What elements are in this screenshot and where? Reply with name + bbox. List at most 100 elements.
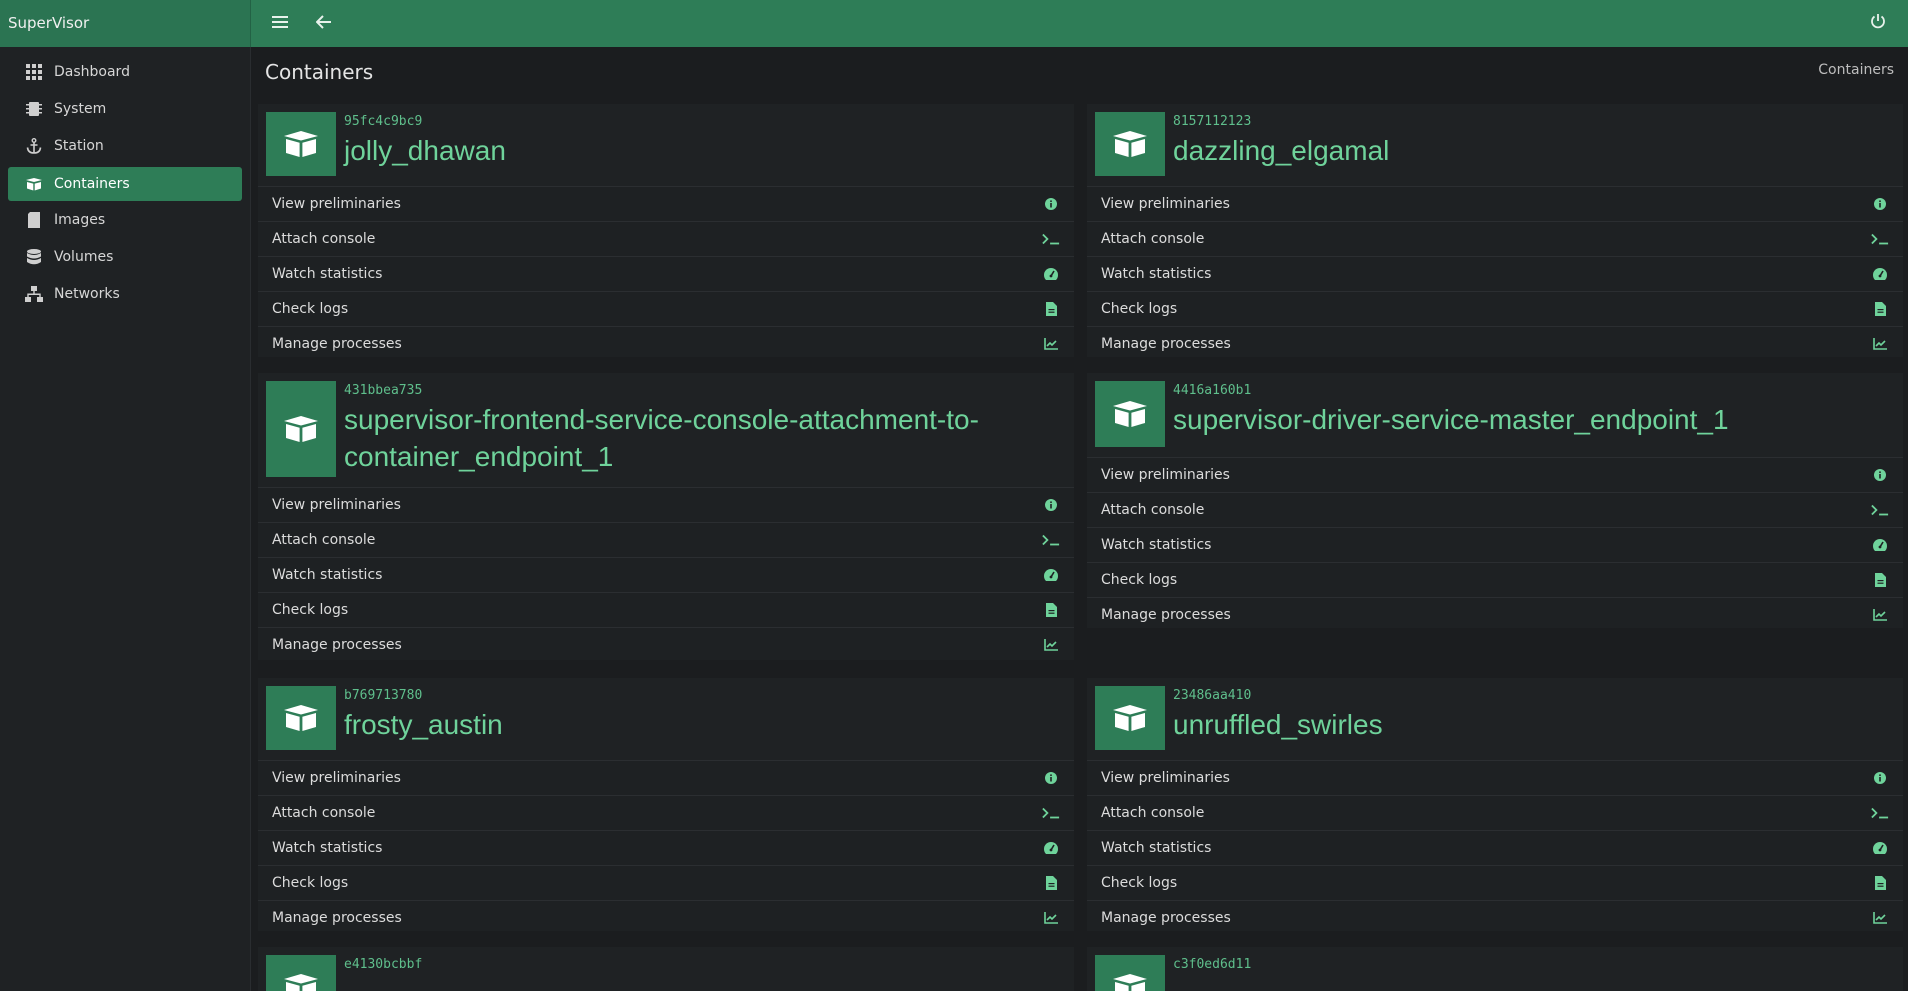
container-card: e4130bcbbf xyxy=(258,947,1074,991)
view-preliminaries-action[interactable]: View preliminaries xyxy=(1087,760,1903,795)
action-label: Attach console xyxy=(272,231,376,247)
view-preliminaries-action[interactable]: View preliminaries xyxy=(258,760,1074,795)
watch-statistics-action[interactable]: Watch statistics xyxy=(258,830,1074,865)
action-label: Manage processes xyxy=(1101,910,1231,926)
manage-processes-action[interactable]: Manage processes xyxy=(258,900,1074,931)
view-preliminaries-action[interactable]: View preliminaries xyxy=(1087,457,1903,492)
action-label: Watch statistics xyxy=(1101,266,1212,282)
info-icon xyxy=(1871,466,1889,484)
view-preliminaries-action[interactable]: View preliminaries xyxy=(258,487,1074,522)
sidebar-item-containers[interactable]: Containers xyxy=(8,167,242,201)
container-header: 431bbea735 supervisor-frontend-service-co… xyxy=(258,373,1074,485)
container-header: 23486aa410 unruffled_swirles xyxy=(1087,678,1903,758)
breadcrumb[interactable]: Containers xyxy=(1818,62,1894,78)
container-card: c3f0ed6d11 xyxy=(1087,947,1903,991)
check-logs-action[interactable]: Check logs xyxy=(1087,865,1903,900)
check-logs-action[interactable]: Check logs xyxy=(258,592,1074,627)
sidebar-item-label: Containers xyxy=(54,176,130,192)
grid-icon xyxy=(24,62,44,82)
container-id: c3f0ed6d11 xyxy=(1173,957,1252,972)
view-preliminaries-action[interactable]: View preliminaries xyxy=(258,186,1074,221)
container-box-icon xyxy=(266,686,336,750)
view-preliminaries-action[interactable]: View preliminaries xyxy=(1087,186,1903,221)
line-chart-icon xyxy=(1042,636,1060,654)
app-title[interactable]: SuperVisor xyxy=(0,0,251,47)
watch-statistics-action[interactable]: Watch statistics xyxy=(258,557,1074,592)
container-id: 431bbea735 xyxy=(344,383,423,398)
line-chart-icon xyxy=(1042,335,1060,353)
manage-processes-action[interactable]: Manage processes xyxy=(1087,900,1903,931)
container-card: 8157112123 dazzling_elgamal View prelimina… xyxy=(1087,104,1903,357)
container-actions: View preliminaries Attach console Watch st… xyxy=(258,186,1074,357)
check-logs-action[interactable]: Check logs xyxy=(258,865,1074,900)
manage-processes-action[interactable]: Manage processes xyxy=(258,627,1074,660)
sidebar-item-label: Dashboard xyxy=(54,64,130,80)
power-icon[interactable] xyxy=(1866,12,1890,36)
action-label: View preliminaries xyxy=(272,497,401,513)
attach-console-action[interactable]: Attach console xyxy=(1087,795,1903,830)
container-id: 4416a160b1 xyxy=(1173,383,1252,398)
attach-console-action[interactable]: Attach console xyxy=(258,221,1074,256)
container-box-icon xyxy=(1095,686,1165,750)
attach-console-action[interactable]: Attach console xyxy=(1087,492,1903,527)
sidebar-item-images[interactable]: Images xyxy=(8,203,242,237)
info-icon xyxy=(1042,195,1060,213)
container-name[interactable]: supervisor-frontend-service-console-atta… xyxy=(344,401,1044,475)
container-name[interactable]: supervisor-driver-service-master_endpoin… xyxy=(1173,401,1873,438)
back-arrow-icon[interactable] xyxy=(312,12,336,36)
container-actions: View preliminaries Attach console Watch st… xyxy=(1087,760,1903,931)
container-header: 95fc4c9bc9 jolly_dhawan xyxy=(258,104,1074,184)
watch-statistics-action[interactable]: Watch statistics xyxy=(1087,830,1903,865)
container-card: 4416a160b1 supervisor-driver-service-mast… xyxy=(1087,373,1903,628)
sidebar-item-dashboard[interactable]: Dashboard xyxy=(8,55,242,89)
action-label: Watch statistics xyxy=(272,567,383,583)
sidebar-item-station[interactable]: Station xyxy=(8,129,242,163)
top-bar: SuperVisor xyxy=(0,0,1908,47)
action-label: Check logs xyxy=(272,602,349,618)
watch-statistics-action[interactable]: Watch statistics xyxy=(1087,527,1903,562)
container-actions: View preliminaries Attach console Watch st… xyxy=(258,487,1074,660)
info-icon xyxy=(1871,195,1889,213)
check-logs-action[interactable]: Check logs xyxy=(1087,562,1903,597)
action-label: Manage processes xyxy=(272,910,402,926)
sidebar-item-label: Station xyxy=(54,138,104,154)
container-name[interactable]: frosty_austin xyxy=(344,706,1044,743)
action-label: View preliminaries xyxy=(1101,770,1230,786)
action-label: Check logs xyxy=(1101,875,1178,891)
container-header: c3f0ed6d11 xyxy=(1087,947,1903,991)
watch-statistics-action[interactable]: Watch statistics xyxy=(1087,256,1903,291)
manage-processes-action[interactable]: Manage processes xyxy=(1087,597,1903,628)
action-label: Watch statistics xyxy=(1101,537,1212,553)
sidebar-item-networks[interactable]: Networks xyxy=(8,277,242,311)
attach-console-action[interactable]: Attach console xyxy=(258,795,1074,830)
terminal-icon xyxy=(1871,804,1889,822)
check-logs-action[interactable]: Check logs xyxy=(1087,291,1903,326)
container-name[interactable]: unruffled_swirles xyxy=(1173,706,1873,743)
container-name[interactable]: jolly_dhawan xyxy=(344,132,1044,169)
box-icon xyxy=(24,174,44,194)
manage-processes-action[interactable]: Manage processes xyxy=(1087,326,1903,357)
menu-toggle-icon[interactable] xyxy=(268,12,292,36)
watch-statistics-action[interactable]: Watch statistics xyxy=(258,256,1074,291)
container-box-icon xyxy=(1095,955,1165,991)
manage-processes-action[interactable]: Manage processes xyxy=(258,326,1074,357)
action-label: Manage processes xyxy=(1101,336,1231,352)
sidebar-item-volumes[interactable]: Volumes xyxy=(8,240,242,274)
action-label: View preliminaries xyxy=(1101,196,1230,212)
sidebar-item-system[interactable]: System xyxy=(8,92,242,126)
file-icon xyxy=(1871,874,1889,892)
info-icon xyxy=(1042,769,1060,787)
info-icon xyxy=(1042,496,1060,514)
action-label: Check logs xyxy=(272,301,349,317)
chip-icon xyxy=(24,99,44,119)
container-name[interactable]: dazzling_elgamal xyxy=(1173,132,1873,169)
attach-console-action[interactable]: Attach console xyxy=(1087,221,1903,256)
action-label: Watch statistics xyxy=(272,840,383,856)
action-label: View preliminaries xyxy=(1101,467,1230,483)
terminal-icon xyxy=(1871,230,1889,248)
check-logs-action[interactable]: Check logs xyxy=(258,291,1074,326)
attach-console-action[interactable]: Attach console xyxy=(258,522,1074,557)
action-label: Attach console xyxy=(1101,502,1205,518)
network-icon xyxy=(24,284,44,304)
action-label: Manage processes xyxy=(272,637,402,653)
